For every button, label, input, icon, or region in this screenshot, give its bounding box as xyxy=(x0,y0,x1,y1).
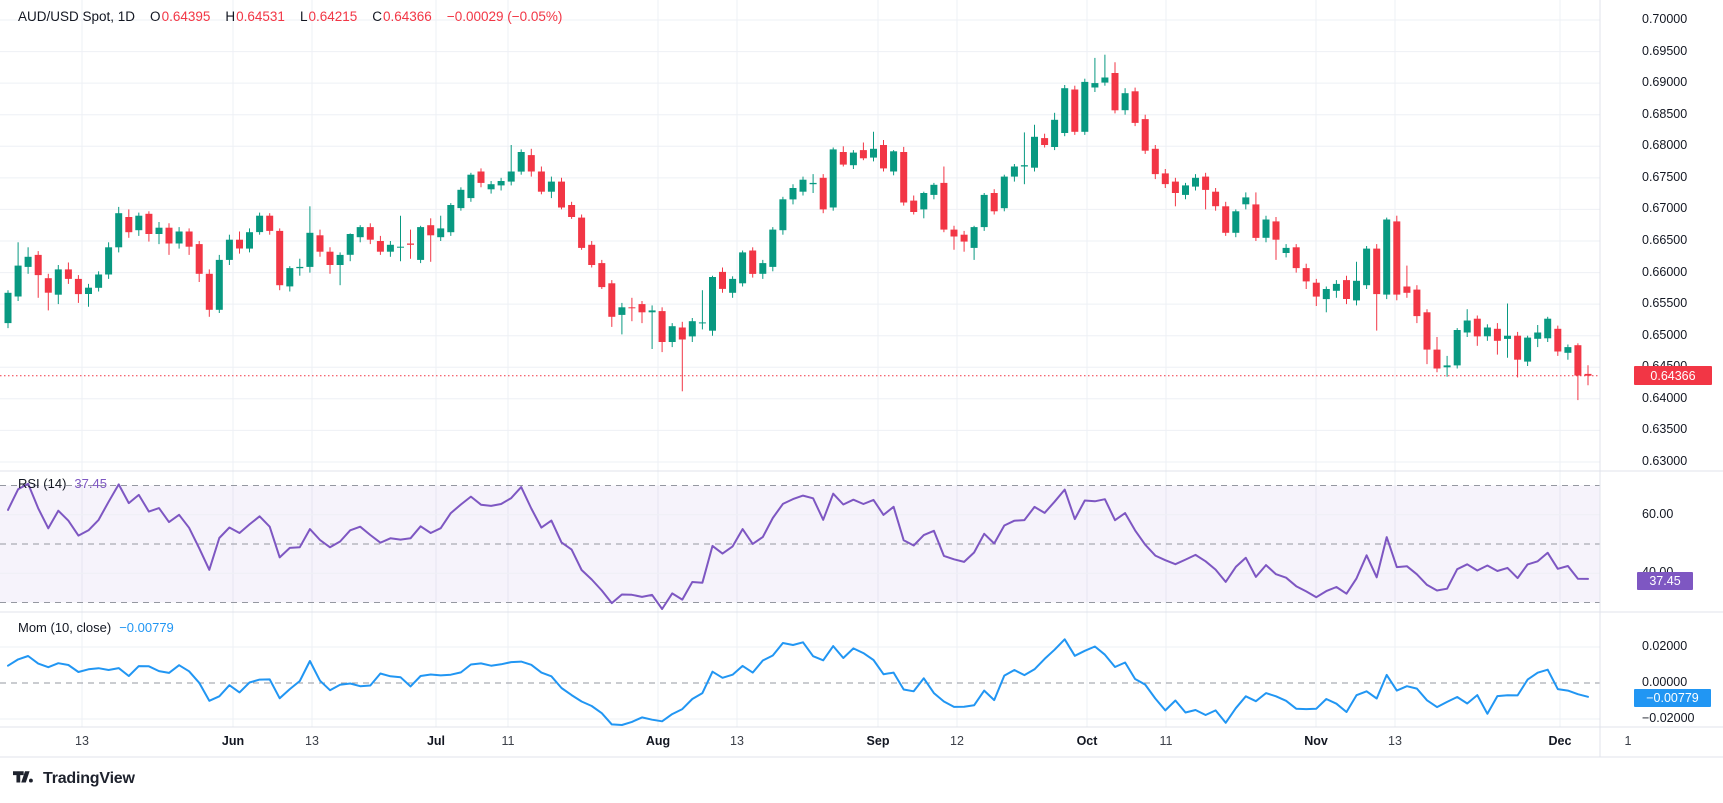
chart-area[interactable] xyxy=(0,0,1723,803)
time-axis-scale[interactable] xyxy=(0,727,1723,757)
ohlc-open: O0.64395 xyxy=(150,9,210,24)
price-axis-label: 0.66000 xyxy=(1642,265,1687,279)
price-axis-label: 0.69000 xyxy=(1642,75,1687,89)
tradingview-logo-icon xyxy=(13,771,36,788)
ohlc-low: L0.64215 xyxy=(300,9,357,24)
change-value: −0.00029 (−0.05%) xyxy=(447,9,563,24)
time-axis-label: 11 xyxy=(1160,734,1173,748)
price-axis-label: 0.67500 xyxy=(1642,170,1687,184)
price-axis-label: 0.64000 xyxy=(1642,391,1687,405)
rsi-value: 37.45 xyxy=(74,476,107,491)
price-axis-label: 0.63000 xyxy=(1642,454,1687,468)
time-axis-label: Sep xyxy=(867,734,890,748)
price-axis-label: 0.65000 xyxy=(1642,328,1687,342)
time-axis-label: Dec xyxy=(1549,734,1572,748)
tradingview-chart-window: { "header": { "symbol": "AUD/USD Spot, 1… xyxy=(0,0,1723,803)
ohlc-close: C0.64366 xyxy=(372,9,432,24)
symbol-title: AUD/USD Spot, 1D xyxy=(18,9,135,24)
momentum-line xyxy=(8,639,1588,725)
time-axis-label: 13 xyxy=(305,734,319,748)
time-axis-label: 13 xyxy=(75,734,89,748)
time-axis-label: 13 xyxy=(1388,734,1402,748)
price-axis-label: 0.65500 xyxy=(1642,296,1687,310)
pane-separators xyxy=(0,0,1723,757)
time-axis-label: 1 xyxy=(1625,734,1632,748)
ohlc-high: H0.64531 xyxy=(225,9,285,24)
low-value: 0.64215 xyxy=(308,9,357,24)
price-axis-label: 0.70000 xyxy=(1642,12,1687,26)
symbol-legend: AUD/USD Spot, 1D O0.64395 H0.64531 L0.64… xyxy=(18,9,562,24)
open-value: 0.64395 xyxy=(162,9,211,24)
rsi-legend: RSI (14) 37.45 xyxy=(18,476,107,491)
tradingview-logo-text: TradingView xyxy=(43,770,135,788)
time-axis-label: 12 xyxy=(950,734,964,748)
momentum-axis-label: 0.00000 xyxy=(1642,675,1687,689)
time-axis-label: Jun xyxy=(222,734,244,748)
vertical-gridlines xyxy=(82,0,1560,727)
high-value: 0.64531 xyxy=(236,9,285,24)
momentum-axis-label: −0.02000 xyxy=(1642,711,1694,725)
price-axis-label: 0.67000 xyxy=(1642,201,1687,215)
rsi-band xyxy=(0,486,1600,603)
momentum-gridlines xyxy=(0,647,1600,719)
price-axis-label: 0.66500 xyxy=(1642,233,1687,247)
time-axis-label: Oct xyxy=(1077,734,1098,748)
time-axis-label: Aug xyxy=(646,734,670,748)
time-axis-label: Jul xyxy=(427,734,445,748)
momentum-value: −0.00779 xyxy=(119,620,174,635)
last-price-badge: 0.64366 xyxy=(1634,366,1712,385)
time-axis-label: 13 xyxy=(730,734,744,748)
rsi-axis-label: 60.00 xyxy=(1642,507,1673,521)
rsi-value-badge: 37.45 xyxy=(1637,572,1693,590)
price-axis-label: 0.68000 xyxy=(1642,138,1687,152)
momentum-axis-label: 0.02000 xyxy=(1642,639,1687,653)
price-axis-label: 0.68500 xyxy=(1642,107,1687,121)
momentum-name: Mom (10, close) xyxy=(18,620,111,635)
momentum-value-badge: −0.00779 xyxy=(1634,689,1711,707)
price-axis-label: 0.63500 xyxy=(1642,422,1687,436)
momentum-legend: Mom (10, close) −0.00779 xyxy=(18,620,174,635)
time-axis-label: 11 xyxy=(502,734,515,748)
candlestick-series xyxy=(5,55,1592,400)
price-axis-label: 0.69500 xyxy=(1642,44,1687,58)
time-axis-label: Nov xyxy=(1304,734,1328,748)
close-value: 0.64366 xyxy=(383,9,432,24)
rsi-name: RSI (14) xyxy=(18,476,66,491)
tradingview-logo[interactable]: TradingView xyxy=(13,770,135,788)
